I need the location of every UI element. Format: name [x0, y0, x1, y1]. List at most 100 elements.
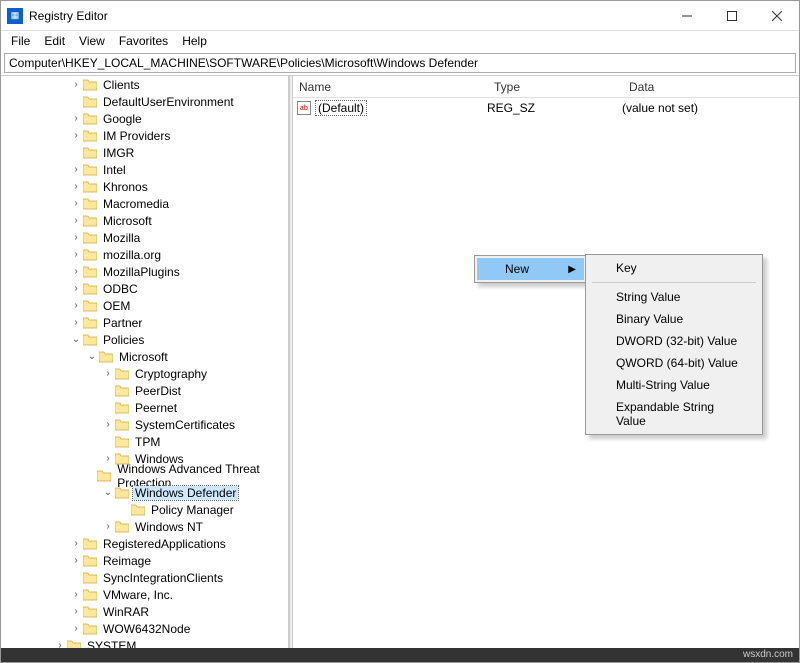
collapse-icon[interactable]: ⌄	[69, 334, 83, 345]
tree-item[interactable]: › mozilla.org	[1, 246, 288, 263]
folder-icon	[99, 351, 113, 363]
tree-item[interactable]: ·PeerDist	[1, 382, 288, 399]
expand-icon[interactable]: ›	[69, 79, 83, 90]
expand-icon[interactable]: ›	[69, 589, 83, 600]
expand-icon[interactable]: ›	[101, 521, 115, 532]
tree-item[interactable]: ›Cryptography	[1, 365, 288, 382]
footer-watermark: wsxdn.com	[1, 648, 799, 662]
tree-item-label: WOW6432Node	[101, 622, 192, 636]
menu-favorites[interactable]: Favorites	[113, 32, 174, 50]
tree-item[interactable]: ›Microsoft	[1, 212, 288, 229]
tree-item[interactable]: ⌄Microsoft	[1, 348, 288, 365]
tree-item-label: Policy Manager	[149, 503, 236, 517]
tree-item-label: IMGR	[101, 146, 136, 160]
folder-icon	[83, 606, 97, 618]
expand-icon[interactable]: ›	[101, 453, 115, 464]
close-button[interactable]	[754, 1, 799, 31]
expand-icon[interactable]: ›	[101, 419, 115, 430]
value-type: REG_SZ	[487, 101, 622, 115]
tree-item[interactable]: ·SyncIntegrationClients	[1, 569, 288, 586]
tree-item[interactable]: ›Macromedia	[1, 195, 288, 212]
expand-icon[interactable]: ›	[69, 300, 83, 311]
menu-edit[interactable]: Edit	[38, 32, 71, 50]
tree-item[interactable]: ·Policy Manager	[1, 501, 288, 518]
expand-icon[interactable]: ›	[69, 538, 83, 549]
expand-icon[interactable]: ›	[69, 232, 83, 243]
tree-item[interactable]: ›Intel	[1, 161, 288, 178]
tree-item[interactable]: ›Google	[1, 110, 288, 127]
tree-item-label: Mozilla	[101, 231, 142, 245]
ctx-new[interactable]: New ▶	[477, 258, 584, 280]
ctx-new-expstring[interactable]: Expandable String Value	[588, 396, 760, 432]
tree-item[interactable]: ›RegisteredApplications	[1, 535, 288, 552]
menu-help[interactable]: Help	[176, 32, 213, 50]
tree-item[interactable]: ›VMware, Inc.	[1, 586, 288, 603]
ctx-new-multistring[interactable]: Multi-String Value	[588, 374, 760, 396]
tree-item[interactable]: ·DefaultUserEnvironment	[1, 93, 288, 110]
tree-item[interactable]: ·IMGR	[1, 144, 288, 161]
tree-item[interactable]: ·TPM	[1, 433, 288, 450]
ctx-new-key[interactable]: Key	[588, 257, 760, 279]
tree-item[interactable]: ›ODBC	[1, 280, 288, 297]
maximize-button[interactable]	[709, 1, 754, 31]
expand-icon[interactable]: ›	[69, 181, 83, 192]
ctx-new-binary[interactable]: Binary Value	[588, 308, 760, 330]
collapse-icon[interactable]: ⌄	[85, 351, 99, 362]
expand-icon[interactable]: ›	[69, 113, 83, 124]
expand-icon[interactable]: ›	[69, 266, 83, 277]
tree-panel[interactable]: ›Clients·DefaultUserEnvironment›Google›I…	[1, 76, 289, 651]
collapse-icon[interactable]: ⌄	[101, 487, 115, 498]
tree-item[interactable]: ›OEM	[1, 297, 288, 314]
menu-view[interactable]: View	[73, 32, 111, 50]
tree-item[interactable]: ›Khronos	[1, 178, 288, 195]
ctx-new-string[interactable]: String Value	[588, 286, 760, 308]
tree-item[interactable]: ⌄Policies	[1, 331, 288, 348]
title-bar: ▦ Registry Editor	[1, 1, 799, 31]
tree-item[interactable]: › IM Providers	[1, 127, 288, 144]
expand-icon[interactable]: ›	[69, 317, 83, 328]
tree-item[interactable]: ›Partner	[1, 314, 288, 331]
context-menu-new: Key String Value Binary Value DWORD (32-…	[585, 254, 763, 435]
address-text: Computer\HKEY_LOCAL_MACHINE\SOFTWARE\Pol…	[9, 56, 478, 70]
tree-item[interactable]: ›Reimage	[1, 552, 288, 569]
tree-item[interactable]: ›MozillaPlugins	[1, 263, 288, 280]
tree-item-label: Windows Defender	[133, 486, 238, 500]
expand-icon[interactable]: ›	[69, 623, 83, 634]
tree-item[interactable]: ›Windows NT	[1, 518, 288, 535]
tree-item[interactable]: ·Windows Advanced Threat Protection	[1, 467, 288, 484]
tree-item[interactable]: › WOW6432Node	[1, 620, 288, 637]
col-type[interactable]: Type	[488, 80, 623, 94]
expand-icon[interactable]: ›	[69, 606, 83, 617]
menu-bar: File Edit View Favorites Help	[1, 31, 799, 51]
tree-item[interactable]: ›Clients	[1, 76, 288, 93]
tree-item-label: mozilla.org	[101, 248, 163, 262]
ctx-new-qword[interactable]: QWORD (64-bit) Value	[588, 352, 760, 374]
expand-icon[interactable]: ›	[69, 130, 83, 141]
expand-icon[interactable]: ›	[101, 368, 115, 379]
address-bar[interactable]: Computer\HKEY_LOCAL_MACHINE\SOFTWARE\Pol…	[4, 53, 796, 73]
tree-item-label: IM Providers	[101, 129, 172, 143]
expand-icon[interactable]: ›	[69, 164, 83, 175]
tree-item[interactable]: › Mozilla	[1, 229, 288, 246]
expand-icon: ·	[69, 96, 83, 107]
folder-icon	[115, 419, 129, 431]
menu-file[interactable]: File	[5, 32, 36, 50]
tree-item[interactable]: ›WinRAR	[1, 603, 288, 620]
tree-item[interactable]: › SystemCertificates	[1, 416, 288, 433]
submenu-arrow-icon: ▶	[568, 264, 576, 275]
expand-icon[interactable]: ›	[69, 249, 83, 260]
value-row[interactable]: ab (Default) REG_SZ (value not set)	[293, 98, 799, 118]
expand-icon[interactable]: ›	[69, 555, 83, 566]
col-data[interactable]: Data	[623, 80, 799, 94]
col-name[interactable]: Name	[293, 80, 488, 94]
expand-icon[interactable]: ›	[69, 283, 83, 294]
minimize-button[interactable]	[664, 1, 709, 31]
tree-item-label: SystemCertificates	[133, 418, 237, 432]
folder-icon	[83, 147, 97, 159]
expand-icon[interactable]: ›	[69, 215, 83, 226]
string-value-icon: ab	[297, 101, 311, 115]
folder-icon	[83, 181, 97, 193]
expand-icon[interactable]: ›	[69, 198, 83, 209]
tree-item[interactable]: ·Peernet	[1, 399, 288, 416]
ctx-new-dword[interactable]: DWORD (32-bit) Value	[588, 330, 760, 352]
